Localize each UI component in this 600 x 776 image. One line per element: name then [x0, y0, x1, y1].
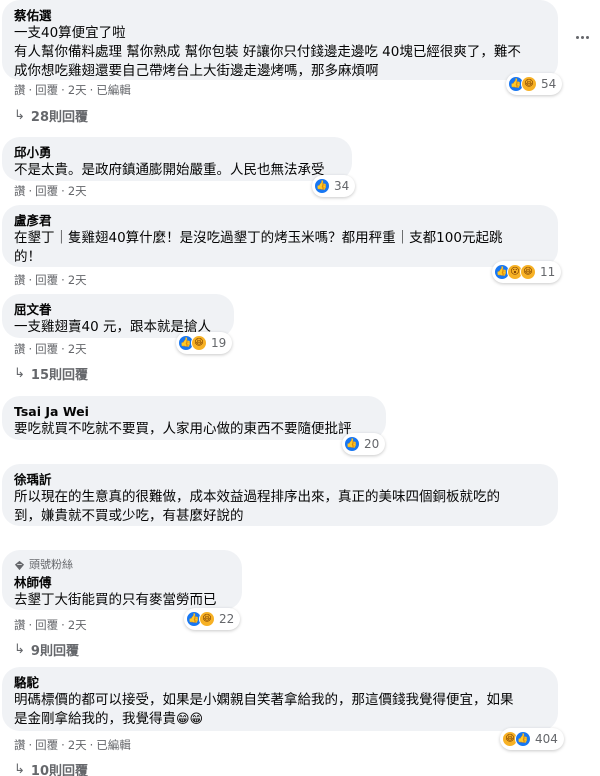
comment-actions: 讚 · 回覆 · 2天 — [14, 342, 87, 356]
comment-bubble: 駱駝 明碼標價的都可以接受，如果是小嫻親自笑著拿給我的，那這價錢我覺得便宜，如果… — [2, 667, 558, 731]
comment-text-line: 一支40算便宜了啦 — [14, 25, 126, 41]
comment-actions: 讚 · 回覆 · 2天 — [14, 184, 87, 198]
reply-arrow-icon: ↳ — [14, 642, 25, 657]
reply-action[interactable]: 回覆 — [35, 342, 58, 356]
comment-bubble: 盧彥君 在墾丁｜隻雞翅40算什麼！是沒吃過墾丁的烤玉米嗎？都用秤重｜支都100元… — [2, 205, 558, 267]
laughing-face-icon: 😆 — [199, 611, 215, 627]
like-action[interactable]: 讚 — [14, 738, 26, 752]
reaction-summary[interactable]: 👍 😆 54 — [506, 73, 563, 95]
comment-text-line: 不是太貴。是政府鎮通膨開始嚴重。人民也無法承受 — [14, 162, 325, 178]
like-action[interactable]: 讚 — [14, 83, 26, 97]
top-fan-label: 頭號粉絲 — [29, 558, 73, 571]
top-fan-diamond-icon — [14, 560, 25, 570]
reaction-count: 22 — [219, 612, 235, 626]
reaction-summary[interactable]: 👍 😆 22 — [184, 608, 241, 630]
reaction-summary[interactable]: 👍 34 — [312, 175, 356, 197]
comment-author[interactable]: 盧彥君 — [14, 212, 546, 229]
comment-time[interactable]: 2天 — [68, 184, 87, 198]
comment-author[interactable]: Tsai Ja Wei — [14, 403, 374, 420]
replies-count: 28則回覆 — [30, 110, 88, 125]
reaction-count: 404 — [535, 732, 558, 746]
reaction-count: 54 — [541, 77, 557, 91]
comment-bubble: 頭號粉絲 林師傅 去墾丁大街能買的只有麥當勞而已 — [2, 550, 242, 610]
thumbs-up-icon: 👍 — [314, 178, 330, 194]
comment-text-line: 明碼標價的都可以接受，如果是小嫻親自笑著拿給我的，那這價錢我覺得便宜，如果 — [14, 692, 514, 708]
thumbs-up-icon: 👍 — [344, 436, 360, 452]
comment-bubble: 徐瑀訢 所以現在的生意真的很難做，成本效益過程排序出來，真正的美味四個銅板就吃的… — [2, 464, 558, 526]
edited-label: 已編輯 — [96, 738, 131, 752]
like-action[interactable]: 讚 — [14, 342, 26, 356]
comment-bubble: Tsai Ja Wei 要吃就買不吃就不要買，人家用心做的東西不要隨便批評 — [2, 396, 386, 440]
top-fan-badge[interactable]: 頭號粉絲 — [14, 557, 230, 573]
comment-author[interactable]: 蔡佑選 — [14, 7, 546, 24]
reaction-count: 11 — [540, 265, 556, 279]
comment-time[interactable]: 2天 — [68, 342, 87, 356]
comment-actions: 讚 · 回覆 · 2天 · 已編輯 — [14, 83, 131, 97]
laughing-face-icon: 😆 — [520, 264, 536, 280]
reply-arrow-icon: ↳ — [14, 762, 25, 776]
reply-action[interactable]: 回覆 — [35, 738, 58, 752]
reply-action[interactable]: 回覆 — [35, 83, 58, 97]
comment-text-line: 是金剛拿給我的，我覺得貴😁😁 — [14, 710, 546, 729]
comment-author[interactable]: 林師傅 — [14, 574, 230, 591]
comment-time[interactable]: 2天 — [68, 273, 87, 287]
like-action[interactable]: 讚 — [14, 618, 26, 632]
comment-author[interactable]: 徐瑀訢 — [14, 471, 546, 488]
view-replies-button[interactable]: ↳ 10則回覆 — [14, 760, 88, 776]
reaction-summary[interactable]: 👍 😆 19 — [176, 332, 233, 354]
like-action[interactable]: 讚 — [14, 184, 26, 198]
view-replies-button[interactable]: ↳ 28則回覆 — [14, 106, 88, 125]
laughing-face-icon: 😆 — [521, 76, 537, 92]
comment-time[interactable]: 2天 — [68, 618, 87, 632]
reaction-count: 20 — [364, 437, 380, 451]
reaction-summary[interactable]: 😆 👍 404 — [500, 728, 564, 750]
comment-actions: 讚 · 回覆 · 2天 — [14, 273, 87, 287]
comment-time[interactable]: 2天 — [68, 83, 87, 97]
comment-text-line: 的！ — [14, 249, 41, 265]
view-replies-button[interactable]: ↳ 9則回覆 — [14, 640, 79, 659]
more-options-button[interactable] — [572, 30, 592, 44]
comment-text-line: 成你想吃雞翅還要自己帶烤台上大街邊走邊烤嗎，那多麻煩啊 — [14, 63, 379, 79]
thumbs-up-icon: 👍 — [515, 731, 531, 747]
comment-text-line: 有人幫你備料處理 幫你熟成 幫你包裝 好讓你只付錢邊走邊吃 40塊已經很爽了，難… — [14, 44, 521, 60]
replies-count: 10則回覆 — [30, 764, 88, 776]
reply-arrow-icon: ↳ — [14, 366, 25, 381]
comment-text-line: 在墾丁｜隻雞翅40算什麼！是沒吃過墾丁的烤玉米嗎？都用秤重｜支都100元起跳 — [14, 230, 503, 246]
comment-time[interactable]: 2天 — [68, 738, 87, 752]
comment-bubble: 邱小勇 不是太貴。是政府鎮通膨開始嚴重。人民也無法承受 — [2, 137, 352, 181]
reply-arrow-icon: ↳ — [14, 108, 25, 123]
comment-text-segment: 是金剛拿給我的，我覺得貴 — [14, 711, 176, 727]
edited-label: 已編輯 — [96, 83, 131, 97]
reaction-summary[interactable]: 👍 😮 😆 11 — [492, 261, 562, 283]
like-action[interactable]: 讚 — [14, 273, 26, 287]
comment-text-line: 所以現在的生意真的很難做，成本效益過程排序出來，真正的美味四個銅板就吃的 — [14, 489, 500, 505]
more-options-icon — [575, 35, 579, 39]
comment-actions: 讚 · 回覆 · 2天 — [14, 618, 87, 632]
replies-count: 15則回覆 — [30, 368, 88, 383]
reply-action[interactable]: 回覆 — [35, 184, 58, 198]
view-replies-button[interactable]: ↳ 15則回覆 — [14, 364, 88, 383]
comment-author[interactable]: 駱駝 — [14, 674, 546, 691]
comment-author[interactable]: 邱小勇 — [14, 144, 340, 161]
laughing-face-icon: 😆 — [191, 335, 207, 351]
comment-text-line: 到，嫌貴就不買或少吃，有甚麼好說的 — [14, 508, 244, 524]
comment-author[interactable]: 屈文眷 — [14, 301, 222, 318]
reply-action[interactable]: 回覆 — [35, 273, 58, 287]
reaction-summary[interactable]: 👍 20 — [342, 433, 386, 455]
comment-actions: 讚 · 回覆 · 2天 · 已編輯 — [14, 738, 131, 752]
reaction-count: 19 — [211, 336, 227, 350]
comment-text-line: 要吃就買不吃就不要買，人家用心做的東西不要隨便批評 — [14, 421, 352, 437]
reaction-count: 34 — [334, 179, 350, 193]
replies-count: 9則回覆 — [30, 644, 79, 659]
grinning-face-emoji: 😁😁 — [176, 712, 204, 727]
reply-action[interactable]: 回覆 — [35, 618, 58, 632]
comment-bubble: 蔡佑選 一支40算便宜了啦 有人幫你備料處理 幫你熟成 幫你包裝 好讓你只付錢邊… — [2, 0, 558, 80]
